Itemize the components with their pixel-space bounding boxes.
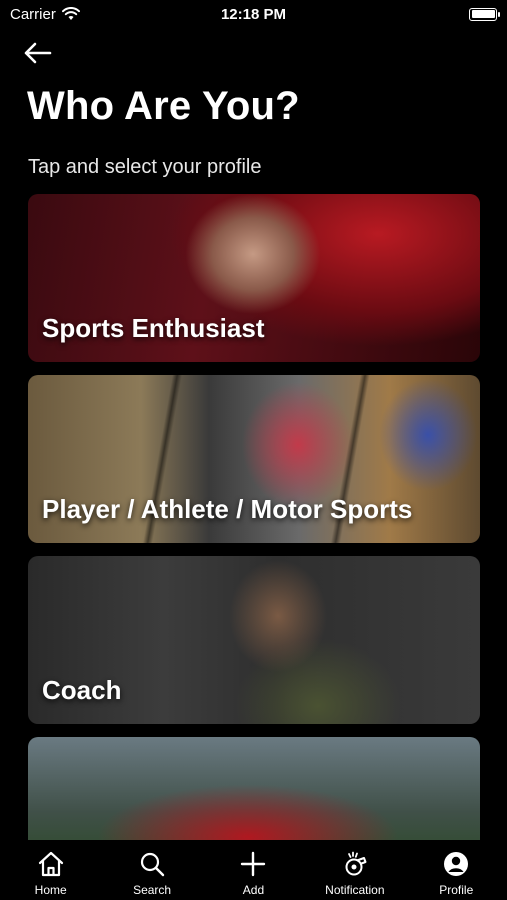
- profile-card-player-athlete[interactable]: Player / Athlete / Motor Sports: [28, 375, 480, 543]
- tab-add[interactable]: Add: [208, 850, 298, 897]
- tab-label: Profile: [439, 883, 474, 897]
- card-label: Sports Enthusiast: [42, 313, 265, 343]
- profile-card-coach[interactable]: Coach: [28, 556, 480, 724]
- status-left: Carrier: [10, 6, 469, 23]
- back-button[interactable]: [22, 38, 58, 68]
- tab-home[interactable]: Home: [6, 850, 96, 897]
- plus-icon: [241, 851, 266, 877]
- tab-label: Search: [133, 883, 172, 897]
- tab-label: Add: [242, 883, 265, 897]
- wifi-icon: [61, 7, 80, 20]
- tab-search[interactable]: Search: [107, 850, 197, 897]
- tab-label: Notification: [325, 883, 385, 897]
- battery-icon: [469, 7, 500, 21]
- tab-notification[interactable]: Notification: [310, 850, 400, 897]
- card-image: [28, 737, 480, 840]
- tab-label: Home: [34, 883, 67, 897]
- arrow-left-icon: [24, 42, 52, 64]
- home-icon: [38, 851, 63, 877]
- whistle-icon: [345, 851, 367, 876]
- carrier-label: Carrier: [10, 5, 56, 23]
- tab-profile[interactable]: Profile: [411, 850, 501, 897]
- profile-icon: [444, 852, 469, 876]
- search-icon: [140, 852, 165, 877]
- battery-level: [471, 10, 495, 18]
- profile-card-sports-enthusiast[interactable]: Sports Enthusiast: [28, 194, 480, 362]
- page-title: Who Are You?: [27, 84, 300, 128]
- page-subtitle: Tap and select your profile: [28, 156, 262, 178]
- status-right: [469, 7, 500, 21]
- status-bar: Carrier 12:18 PM: [0, 0, 507, 28]
- tab-bar: Home Search Add Notification Profile: [0, 840, 507, 900]
- card-label: Coach: [42, 675, 122, 705]
- profile-card-list: Sports Enthusiast Player / Athlete / Mot…: [28, 194, 480, 840]
- profile-card-fourth[interactable]: [28, 737, 480, 840]
- card-label: Player / Athlete / Motor Sports: [42, 494, 413, 524]
